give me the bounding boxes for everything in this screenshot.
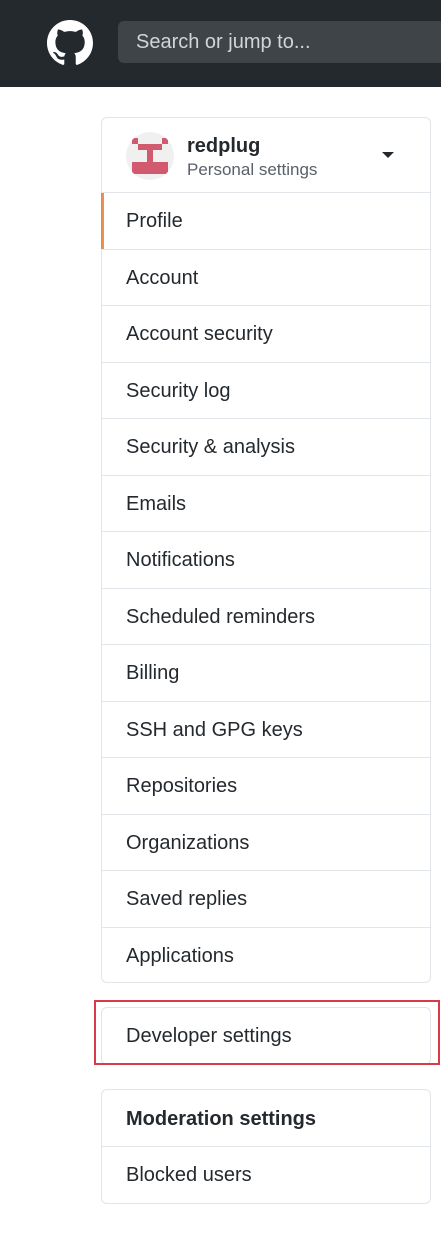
top-navigation-bar: Search or jump to... xyxy=(0,0,441,87)
menu-item-account-security[interactable]: Account security xyxy=(102,306,430,363)
menu-item-organizations[interactable]: Organizations xyxy=(102,815,430,871)
caret-down-icon[interactable] xyxy=(382,152,394,158)
avatar xyxy=(126,132,174,180)
highlight-box xyxy=(94,1000,440,1065)
github-logo-icon[interactable] xyxy=(44,20,96,66)
menu-item-security-analysis[interactable]: Security & analysis xyxy=(102,419,430,476)
menu-item-security-log[interactable]: Security log xyxy=(102,363,430,419)
menu-item-blocked-users[interactable]: Blocked users xyxy=(102,1147,430,1204)
personal-settings-menu: redplug Personal settings Profile Accoun… xyxy=(101,117,431,983)
menu-item-applications[interactable]: Applications xyxy=(102,928,430,985)
menu-item-billing[interactable]: Billing xyxy=(102,645,430,702)
moderation-settings-menu: Moderation settings Blocked users xyxy=(101,1089,431,1204)
menu-item-ssh-gpg-keys[interactable]: SSH and GPG keys xyxy=(102,702,430,758)
account-switcher[interactable]: redplug Personal settings xyxy=(102,118,430,193)
username: redplug xyxy=(187,135,261,157)
moderation-settings-heading: Moderation settings xyxy=(102,1090,430,1147)
menu-item-emails[interactable]: Emails xyxy=(102,476,430,532)
menu-item-account[interactable]: Account xyxy=(102,250,430,306)
menu-item-saved-replies[interactable]: Saved replies xyxy=(102,871,430,928)
menu-item-profile[interactable]: Profile xyxy=(101,193,430,250)
menu-item-scheduled-reminders[interactable]: Scheduled reminders xyxy=(102,589,430,645)
menu-item-repositories[interactable]: Repositories xyxy=(102,758,430,815)
personal-settings-label: Personal settings xyxy=(187,160,318,179)
menu-item-notifications[interactable]: Notifications xyxy=(102,532,430,589)
search-input[interactable]: Search or jump to... xyxy=(118,21,441,63)
